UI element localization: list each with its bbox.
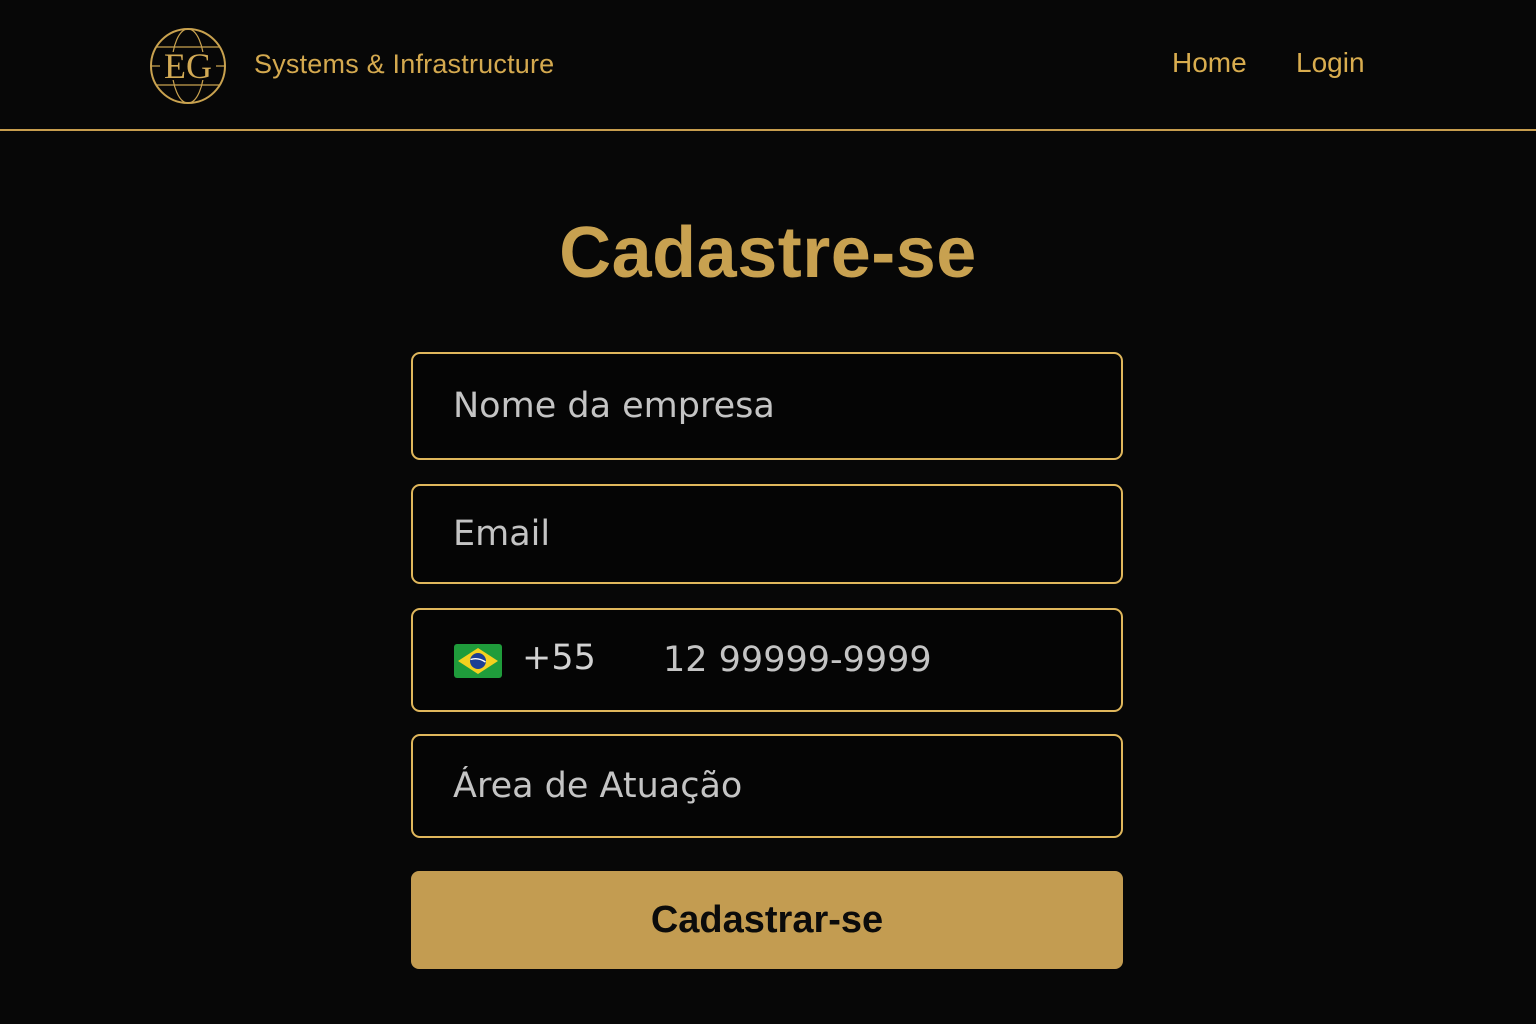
signup-submit-button[interactable]: Cadastrar-se xyxy=(411,871,1123,969)
logo-text: EG xyxy=(164,46,212,86)
country-dial-code[interactable]: +55 xyxy=(522,638,596,678)
area-field xyxy=(411,734,1123,838)
area-of-activity-input[interactable] xyxy=(453,736,1093,836)
brand-name: Systems & Infrastructure xyxy=(254,49,555,79)
brazil-flag-icon[interactable] xyxy=(454,644,502,678)
top-navbar: EG Systems & Infrastructure Home Login xyxy=(0,0,1536,131)
signup-page: EG Systems & Infrastructure Home Login C… xyxy=(0,0,1536,1024)
company-name-field xyxy=(411,352,1123,460)
email-field xyxy=(411,484,1123,584)
email-input[interactable] xyxy=(453,486,1093,582)
company-name-input[interactable] xyxy=(453,354,1093,458)
phone-field: +55 xyxy=(411,608,1123,712)
page-title: Cadastre-se xyxy=(559,213,977,293)
nav-home-link[interactable]: Home xyxy=(1172,47,1247,79)
phone-number-input[interactable] xyxy=(663,610,1093,710)
eg-globe-logo: EG xyxy=(150,28,226,104)
nav-login-link[interactable]: Login xyxy=(1296,47,1365,79)
